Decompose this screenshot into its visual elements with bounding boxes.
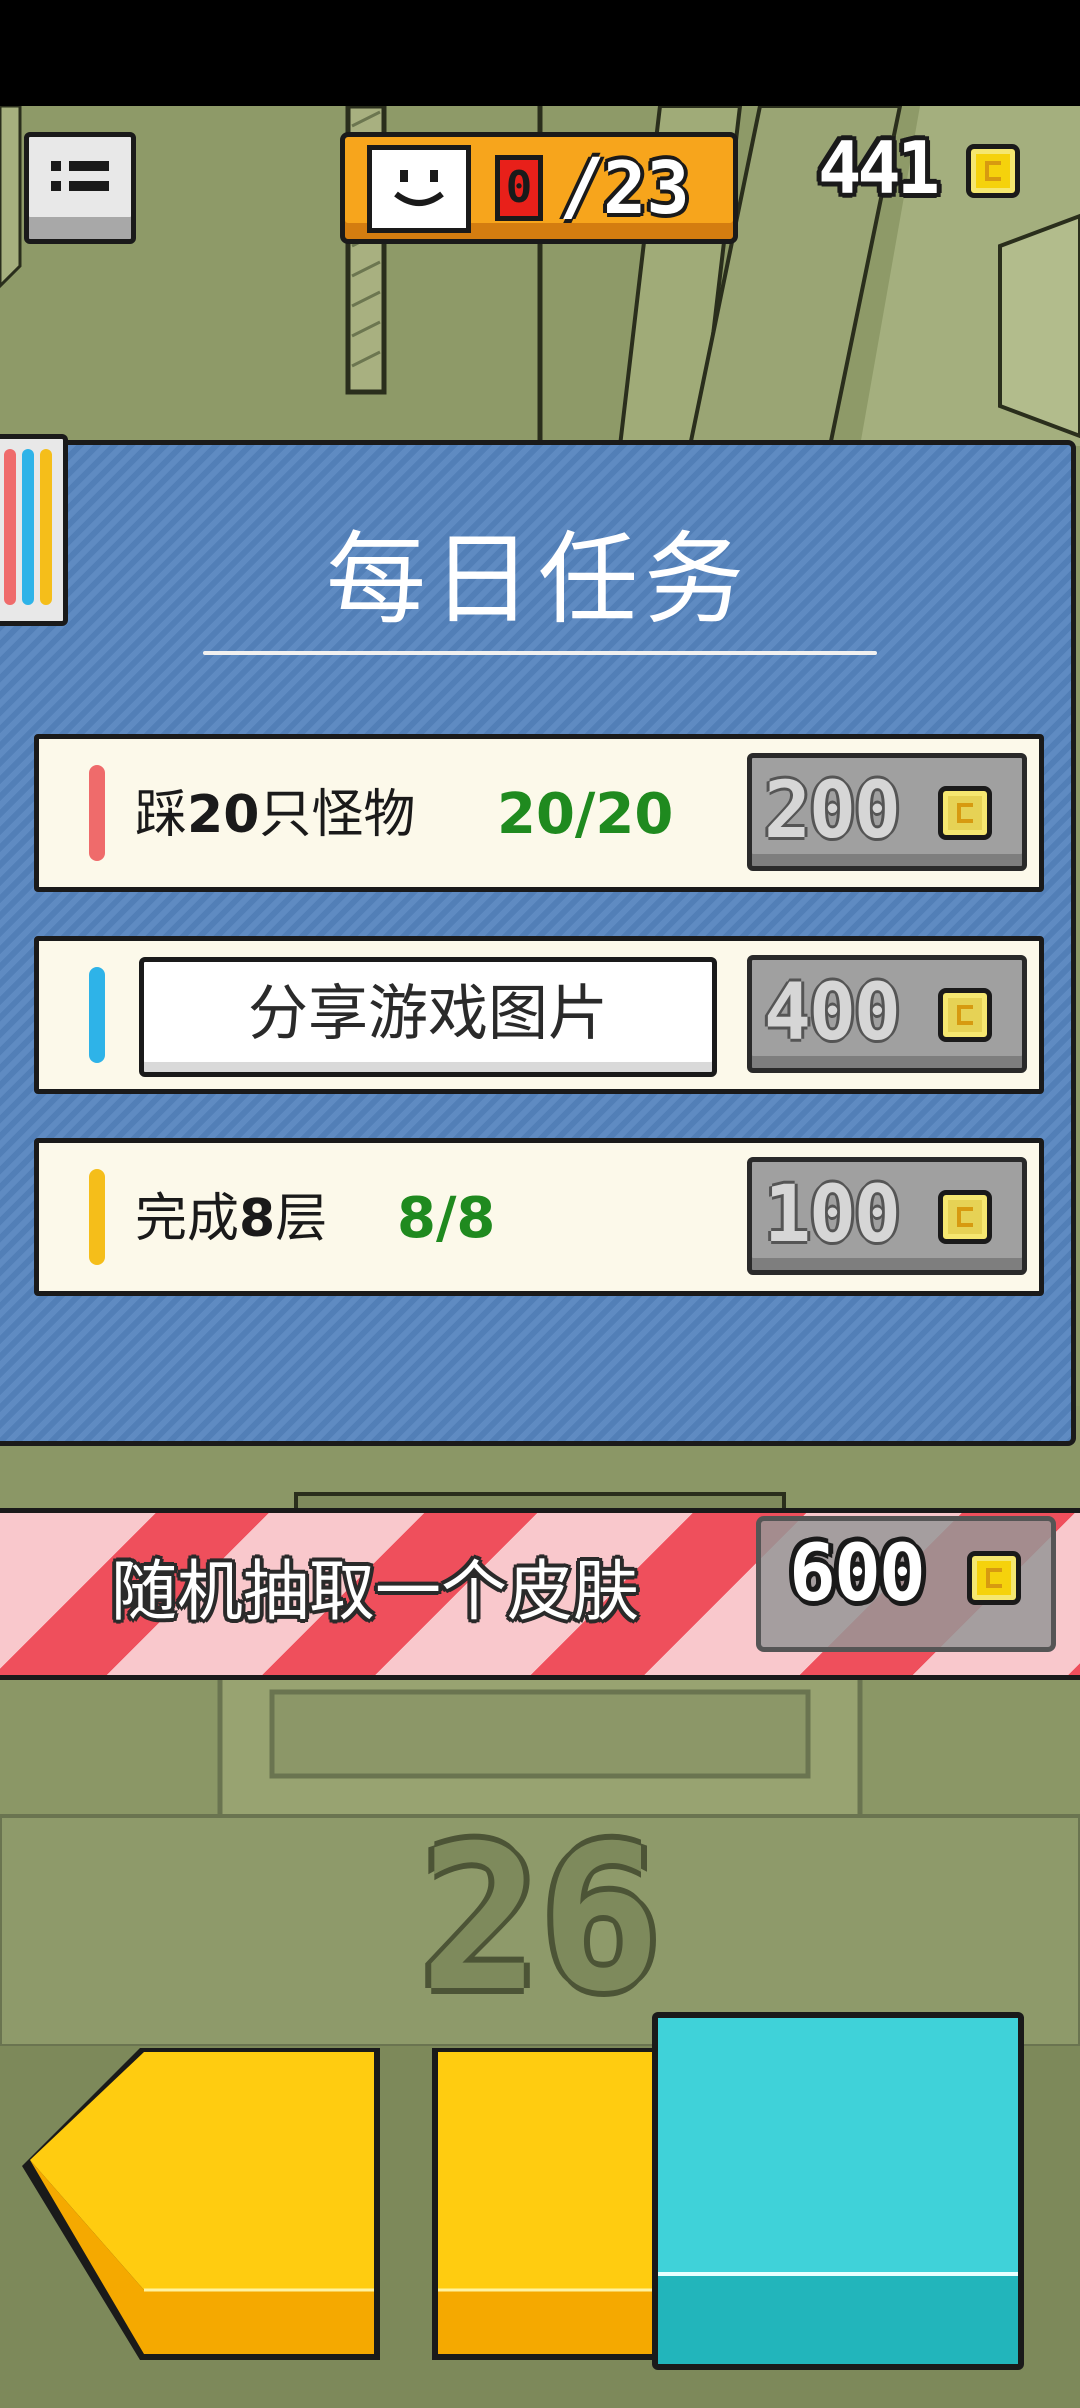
move-right-button[interactable] (432, 2048, 652, 2360)
coin-icon (966, 144, 1020, 198)
status-bar (0, 0, 1080, 106)
claim-reward-button[interactable]: 400 (747, 955, 1027, 1073)
task-color-bar (89, 1169, 105, 1265)
menu-button[interactable] (24, 132, 136, 244)
claim-reward-button[interactable]: 100 (747, 1157, 1027, 1275)
coin-icon (938, 786, 992, 840)
task-color-bar (89, 765, 105, 861)
task-progress: 20/20 (497, 782, 674, 847)
floor-progress-box: 0 / 23 (340, 132, 738, 244)
coin-icon (938, 1190, 992, 1244)
floor-number: 26 (420, 1803, 661, 2036)
progress-separator: / (559, 141, 605, 230)
coin-count: 441 (818, 126, 940, 210)
share-game-image-button[interactable]: 分享游戏图片 (139, 957, 717, 1077)
task-progress: 8/8 (397, 1186, 496, 1251)
smiley-face-icon (367, 145, 471, 233)
progress-current: 0 (495, 155, 543, 221)
task-label: 踩20只怪物 (135, 785, 416, 845)
random-skin-label: 随机抽取一个皮肤 (111, 1553, 639, 1630)
buy-random-skin-button[interactable]: 600 (756, 1516, 1056, 1652)
skin-price: 600 (789, 1529, 926, 1619)
task-color-bar (89, 967, 105, 1063)
progress-total: 23 (603, 146, 690, 230)
move-left-button[interactable] (22, 2048, 382, 2360)
task-label: 完成8层 (135, 1189, 328, 1249)
title-divider (203, 651, 877, 655)
task-row: 分享游戏图片 400 (34, 936, 1044, 1094)
reward-value: 200 (764, 766, 901, 856)
reward-value: 400 (764, 968, 901, 1058)
panel-title: 每日任务 (326, 521, 750, 638)
claim-reward-button[interactable]: 200 (747, 753, 1027, 871)
task-row: 完成8层 8/8 100 (34, 1138, 1044, 1296)
coin-icon (967, 1551, 1021, 1605)
reward-value: 100 (764, 1170, 901, 1260)
menu-list-icon (51, 161, 109, 191)
jump-button[interactable] (652, 2012, 1024, 2370)
task-row: 踩20只怪物 20/20 200 (34, 734, 1044, 892)
coin-icon (938, 988, 992, 1042)
